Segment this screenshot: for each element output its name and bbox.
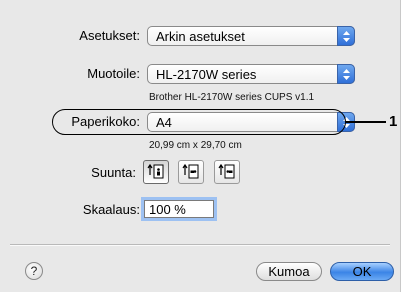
- callout-number: 1: [389, 113, 398, 130]
- paper-size-callout-outline: [52, 109, 346, 135]
- format-for-popup[interactable]: HL-2170W series: [147, 64, 355, 84]
- divider: [10, 244, 390, 246]
- settings-value: Arkin asetukset: [156, 29, 245, 44]
- scale-input[interactable]: 100 %: [144, 200, 214, 218]
- page-setup-dialog: Asetukset: Arkin asetukset Muotoile: HL-…: [0, 0, 401, 292]
- portrait-orientation-icon[interactable]: [143, 160, 169, 184]
- format-for-label: Muotoile:: [87, 66, 140, 81]
- settings-popup[interactable]: Arkin asetukset: [147, 26, 355, 46]
- paper-dimensions: 20,99 cm x 29,70 cm: [149, 140, 242, 151]
- orientation-label: Suunta:: [91, 165, 136, 180]
- landscape-right-orientation-icon[interactable]: [214, 160, 240, 184]
- format-for-value: HL-2170W series: [156, 67, 257, 82]
- printer-description: Brother HL-2170W series CUPS v1.1: [149, 92, 315, 103]
- settings-label: Asetukset:: [79, 28, 140, 43]
- popup-arrows-icon: [337, 26, 355, 46]
- scale-label: Skaalaus:: [82, 202, 140, 217]
- popup-arrows-icon: [337, 64, 355, 84]
- landscape-left-orientation-icon[interactable]: [178, 160, 204, 184]
- ok-button[interactable]: OK: [330, 262, 394, 281]
- callout-leader-line: [346, 121, 386, 123]
- cancel-button[interactable]: Kumoa: [256, 262, 322, 281]
- help-button[interactable]: ?: [25, 262, 43, 280]
